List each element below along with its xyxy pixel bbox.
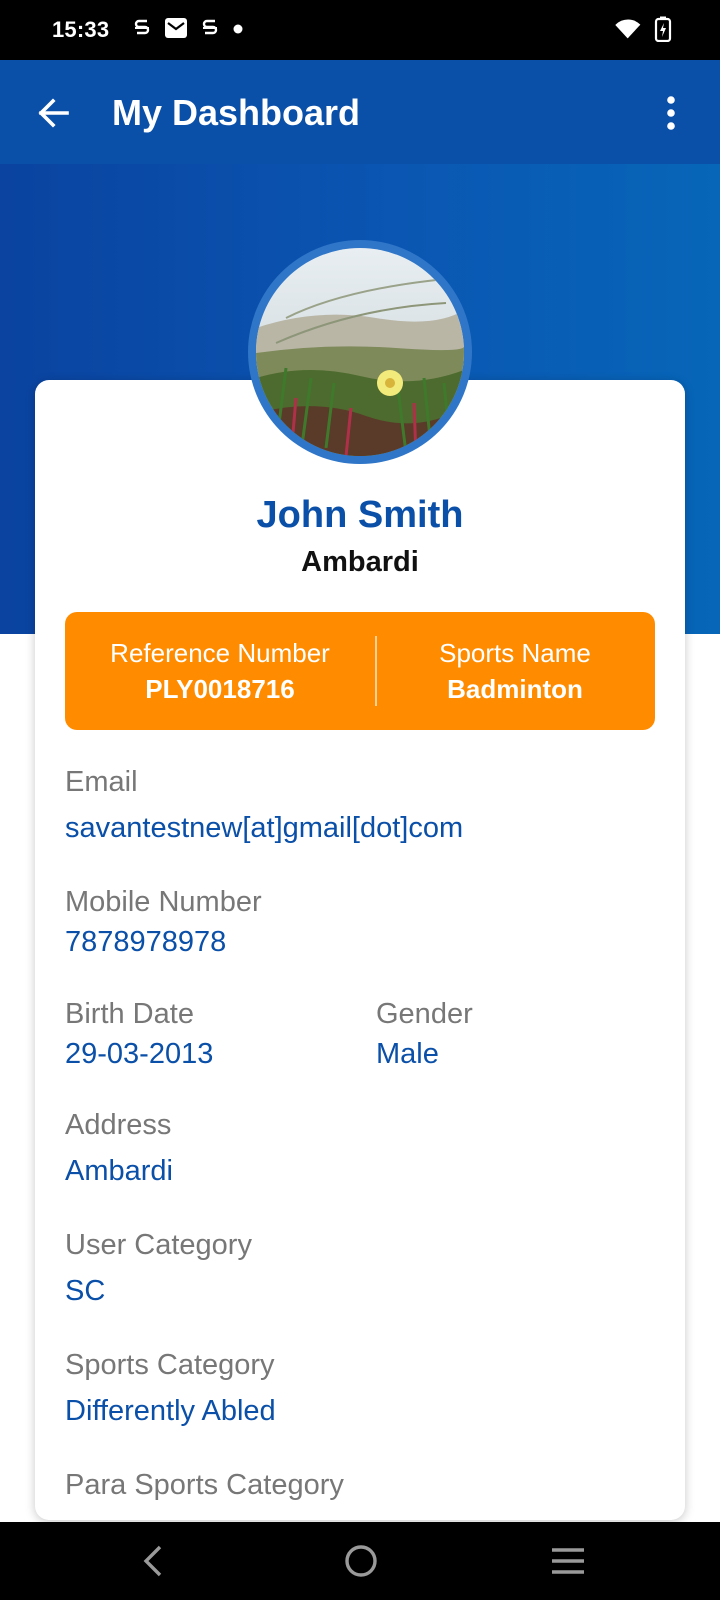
back-button[interactable] — [30, 90, 76, 136]
email-label: Email — [65, 766, 138, 798]
sports-category-value: Differently Abled — [65, 1395, 276, 1427]
sports-name-label: Sports Name — [439, 638, 591, 668]
s-icon — [132, 16, 152, 45]
sports-name-value: Badminton — [447, 674, 583, 704]
summary-box: Reference Number PLY0018716 Sports Name … — [65, 612, 655, 730]
gender-value: Male — [376, 1038, 439, 1070]
user-category-field: User Category SC — [65, 1225, 252, 1311]
address-label: Address — [65, 1109, 172, 1141]
battery-charging-icon — [654, 16, 672, 47]
sports-name-block: Sports Name Badminton — [375, 612, 655, 730]
status-time: 15:33 — [52, 17, 110, 42]
avatar[interactable] — [248, 240, 472, 464]
gender-label: Gender — [376, 998, 473, 1030]
mobile-field: Mobile Number 7878978978 — [65, 882, 262, 962]
mobile-label: Mobile Number — [65, 886, 262, 918]
nav-recents-icon — [552, 1548, 584, 1574]
nav-home-button[interactable] — [338, 1538, 384, 1584]
sports-category-label: Sports Category — [65, 1349, 275, 1381]
sports-category-field: Sports Category Differently Abled — [65, 1345, 276, 1431]
reference-number-block: Reference Number PLY0018716 — [65, 612, 375, 730]
user-category-value: SC — [65, 1275, 106, 1307]
status-icons-right — [614, 16, 672, 47]
email-field: Email savantestnew[at]gmail[dot]com — [65, 762, 463, 848]
status-bar: 15:33 — [0, 0, 720, 60]
address-field: Address Ambardi — [65, 1105, 173, 1191]
address-value: Ambardi — [65, 1155, 173, 1187]
arrow-left-icon — [38, 98, 69, 128]
status-icons-left — [132, 16, 244, 45]
mail-icon — [164, 16, 188, 45]
para-sports-category-label: Para Sports Category — [65, 1469, 344, 1501]
more-vert-icon — [667, 96, 675, 130]
dot-icon — [232, 16, 244, 45]
s-icon — [200, 16, 220, 45]
profile-name: John Smith — [256, 494, 464, 536]
birth-date-value: 29-03-2013 — [65, 1038, 214, 1070]
nav-home-icon — [345, 1545, 377, 1577]
avatar-photo — [256, 248, 464, 456]
mobile-value: 7878978978 — [65, 926, 227, 958]
para-sports-category-field: Para Sports Category — [65, 1465, 344, 1505]
nav-recents-button[interactable] — [545, 1538, 591, 1584]
nav-back-button[interactable] — [130, 1538, 176, 1584]
page-title: My Dashboard — [112, 92, 361, 133]
birth-date-field: Birth Date 29-03-2013 — [65, 994, 213, 1074]
gender-field: Gender Male — [376, 994, 473, 1074]
reference-number-label: Reference Number — [110, 638, 330, 668]
wifi-icon — [614, 17, 642, 46]
profile-location: Ambardi — [301, 546, 419, 578]
reference-number-value: PLY0018716 — [145, 674, 295, 704]
system-nav-bar — [0, 1522, 720, 1600]
app-bar: My Dashboard — [0, 60, 720, 164]
overflow-menu-button[interactable] — [656, 90, 686, 136]
nav-back-icon — [143, 1545, 162, 1577]
email-value: savantestnew[at]gmail[dot]com — [65, 812, 464, 844]
birth-date-label: Birth Date — [65, 998, 194, 1030]
user-category-label: User Category — [65, 1229, 252, 1261]
